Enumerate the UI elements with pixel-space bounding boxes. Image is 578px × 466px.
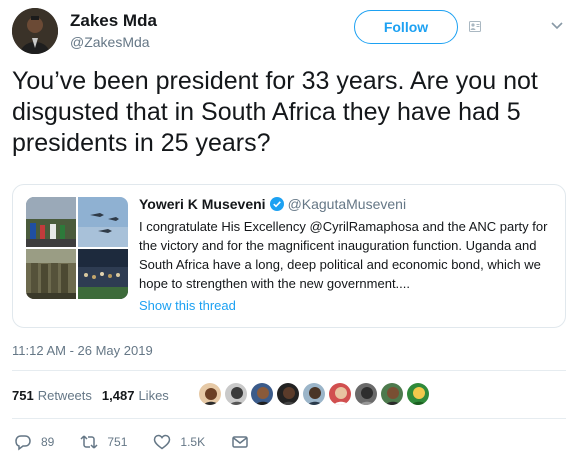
tweet-text: You’ve been president for 33 years. Are … [12,67,538,157]
show-thread-link[interactable]: Show this thread [139,298,559,313]
like-icon [154,434,171,450]
reply-icon [15,435,31,451]
followers-icon[interactable] [469,21,481,32]
like-count: 1.5K [180,435,206,449]
liker-avatar[interactable] [224,382,248,406]
divider [12,370,566,371]
quoted-text: I congratulate His Excellency @CyrilRama… [139,219,548,291]
media-thumbnail-3[interactable] [26,249,76,299]
engagement-stats: 751 Retweets 1,487 Likes [12,384,169,406]
liker-avatar[interactable] [406,382,430,406]
retweet-button[interactable]: 751 [80,433,127,451]
retweet-icon [80,435,98,449]
reply-count: 89 [41,435,55,449]
likers-avatar-row [198,382,432,408]
liker-avatar[interactable] [250,382,274,406]
media-thumbnail-1[interactable] [26,197,76,247]
direct-message-icon [232,436,248,448]
chevron-down-icon[interactable] [550,20,564,32]
author-handle[interactable]: @ZakesMda [70,34,150,50]
quoted-author-handle[interactable]: @KagutaMuseveni [288,196,407,212]
liker-avatar[interactable] [328,382,352,406]
liker-avatar[interactable] [380,382,404,406]
media-thumbnail-4[interactable] [78,249,128,299]
quoted-body: Yoweri K Museveni @KagutaMuseveni I cong… [139,194,559,313]
tweet-timestamp[interactable]: 11:12 AM - 26 May 2019 [12,343,153,358]
divider [12,418,566,419]
quoted-header: Yoweri K Museveni @KagutaMuseveni [139,194,559,214]
liker-avatar[interactable] [354,382,378,406]
media-thumbnail-2[interactable] [78,197,128,247]
author-avatar[interactable] [12,8,58,54]
tweet-actions: 89 751 1.5K [14,430,284,454]
retweets-label[interactable]: Retweets [38,388,92,403]
liker-avatar[interactable] [198,382,222,406]
tweet-header: Zakes Mda @ZakesMda Follow [12,8,568,56]
likes-label[interactable]: Likes [138,388,168,403]
retweets-count[interactable]: 751 [12,388,34,403]
quoted-author-name[interactable]: Yoweri K Museveni [139,196,266,212]
author-name[interactable]: Zakes Mda [70,11,157,31]
liker-avatar[interactable] [302,382,326,406]
quoted-media-grid[interactable] [26,197,128,299]
liker-avatar[interactable] [276,382,300,406]
retweet-count: 751 [107,435,128,449]
follow-button[interactable]: Follow [354,10,458,44]
reply-button[interactable]: 89 [14,433,54,451]
verified-badge-icon [269,197,284,211]
quoted-tweet[interactable]: Yoweri K Museveni @KagutaMuseveni I cong… [12,184,566,328]
likes-count[interactable]: 1,487 [102,388,135,403]
direct-message-button[interactable] [231,433,258,451]
like-button[interactable]: 1.5K [153,433,205,451]
